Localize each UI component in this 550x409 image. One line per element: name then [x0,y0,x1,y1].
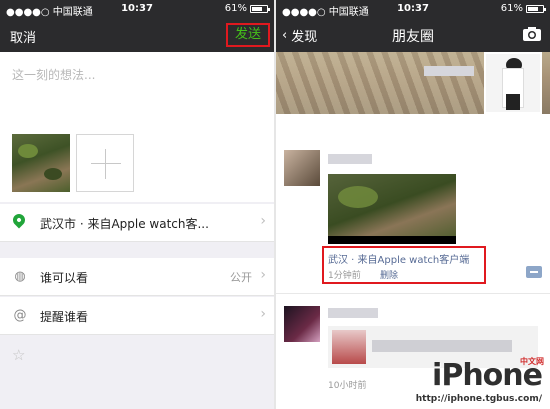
send-button[interactable]: 发送 [226,23,270,47]
watermark: 中文网 iPhone http://iphone.tgbus.com/ [400,356,546,406]
battery-icon [250,4,270,13]
shared-link-thumbnail [332,330,366,364]
chevron-right-icon: › [260,306,266,322]
compose-nav-bar: 取消 发送 [0,18,274,52]
globe-icon: ◍ [14,269,26,284]
post-time: 1分钟前 [328,271,361,281]
post-video[interactable] [328,174,456,244]
user-name-blurred [424,66,474,76]
battery-status: 61% [500,3,546,14]
battery-percent: 61% [224,3,247,14]
chevron-right-icon: › [260,213,266,229]
location-label: 武汉市 · 来自Apple watch客... [40,217,209,231]
camera-icon[interactable] [522,26,542,42]
comment-icon[interactable] [526,266,542,278]
visibility-label: 谁可以看 [40,271,89,285]
status-bar: ●●●●○ 中国联通 10:37 61% [0,0,274,18]
watermark-url: http://iphone.tgbus.com/ [415,394,542,404]
compose-area: 这一刻的想法... [0,52,274,202]
moments-nav-bar: ‹ 发现 朋友圈 [276,18,550,52]
thought-input[interactable]: 这一刻的想法... [12,66,95,83]
location-pin-icon [10,211,28,229]
at-icon: @ [13,308,27,323]
moments-screen: ●●●●○ 中国联通 10:37 61% ‹ 发现 朋友圈 武汉 · 来自App… [276,0,550,409]
compose-screen: ●●●●○ 中国联通 10:37 61% 取消 发送 这一刻的想法... 武汉市… [0,0,274,409]
page-title: 朋友圈 [392,29,434,45]
remind-label: 提醒谁看 [40,310,89,324]
watermark-logo: iPhone [432,358,543,393]
avatar[interactable] [484,52,542,114]
location-row[interactable]: 武汉市 · 来自Apple watch客... › [0,204,274,242]
post-time: 10小时前 [328,381,367,391]
shared-link-title-blurred [372,340,512,352]
post-avatar[interactable] [284,306,320,342]
visibility-row[interactable]: ◍ 谁可以看 公开 › [0,258,274,296]
post-author-blurred[interactable] [328,308,378,318]
post-avatar[interactable] [284,150,320,186]
plus-icon[interactable] [76,134,134,192]
status-bar: ●●●●○ 中国联通 10:37 61% [276,0,550,18]
post-separator [276,293,550,294]
remind-row[interactable]: @ 提醒谁看 › [0,297,274,335]
post-location[interactable]: 武汉 · 来自Apple watch客户端 [328,251,469,266]
chevron-right-icon: › [260,267,266,283]
battery-icon [526,4,546,13]
post-author-blurred[interactable] [328,154,372,164]
delete-link[interactable]: 删除 [380,268,398,281]
visibility-value: 公开 [230,271,252,284]
video-thumbnail[interactable] [12,134,70,192]
star-icon[interactable]: ☆ [12,346,25,364]
cancel-button[interactable]: 取消 [10,27,36,46]
battery-percent: 61% [500,3,523,14]
battery-status: 61% [224,3,270,14]
